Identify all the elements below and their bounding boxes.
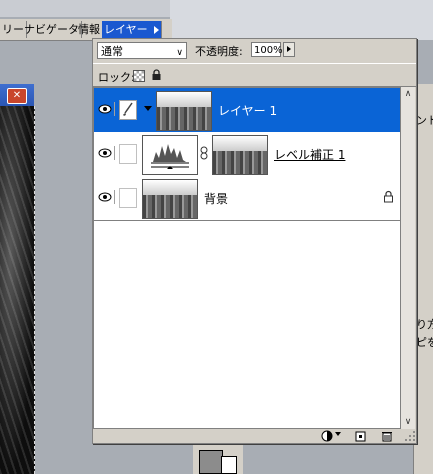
lock-icon (384, 190, 393, 203)
blend-mode-select[interactable]: 通常 ∨ (97, 42, 187, 59)
layer-row[interactable]: レイヤー 1 (94, 88, 400, 133)
foreground-color-swatch[interactable] (199, 450, 223, 474)
brush-icon (119, 100, 137, 120)
link-chain-icon[interactable] (200, 146, 208, 160)
document-canvas[interactable] (0, 106, 35, 474)
eye-icon[interactable] (98, 102, 115, 116)
layer-row[interactable]: 背景 (94, 176, 400, 221)
layer-mask-thumbnail (212, 135, 268, 175)
tab-layers[interactable]: レイヤー (102, 21, 162, 38)
layer-thumbnail (156, 91, 212, 131)
layer-name[interactable]: 背景 (204, 190, 228, 207)
layers-toolbar: 通常 ∨ 不透明度: 100% (93, 39, 416, 63)
document-window[interactable]: ✕ (0, 84, 35, 474)
scroll-up-icon[interactable]: ∧ (401, 87, 415, 101)
layers-footer (93, 429, 416, 443)
new-layer-icon[interactable] (355, 430, 367, 442)
chevron-down-icon[interactable] (335, 432, 341, 436)
layer-link-box[interactable] (119, 144, 137, 164)
trash-icon[interactable] (381, 430, 393, 442)
blend-mode-value: 通常 (101, 45, 123, 58)
opacity-label: 不透明度: (195, 45, 243, 58)
opacity-input[interactable]: 100% (251, 42, 283, 57)
color-swatches (193, 442, 243, 474)
tab-navigator[interactable]: ナビゲータ (22, 21, 82, 38)
layer-link-box[interactable] (119, 188, 137, 208)
lock-row: ロック: (93, 63, 416, 87)
layer-name[interactable]: レイヤー 1 (218, 102, 277, 119)
layers-list: レイヤー 1 レベル補正 1 背景 (93, 87, 401, 429)
close-icon[interactable]: ✕ (7, 88, 27, 104)
right-panel-text: ント (416, 114, 433, 127)
scroll-down-icon[interactable]: ∨ (401, 415, 415, 429)
chevron-down-icon: ∨ (176, 48, 183, 58)
background-color-swatch[interactable] (221, 456, 237, 474)
resize-grip-icon[interactable] (404, 430, 416, 442)
desktop-right (170, 0, 433, 40)
layer-thumbnail (142, 179, 198, 219)
opacity-slider-button[interactable] (283, 42, 295, 57)
lock-transparency-icon[interactable] (133, 70, 145, 82)
tab-info[interactable]: 情報 (76, 21, 103, 38)
clip-arrow-icon (144, 106, 152, 111)
lock-all-icon[interactable] (151, 69, 162, 81)
document-titlebar[interactable]: ✕ (0, 84, 34, 106)
layer-row[interactable]: レベル補正 1 (94, 132, 400, 177)
eye-icon[interactable] (98, 190, 115, 204)
eye-icon[interactable] (98, 146, 115, 160)
adjustment-layer-icon[interactable] (321, 430, 333, 442)
layers-panel: 通常 ∨ 不透明度: 100% ロック: レイヤー 1 レベル補正 1 背景 ∧… (92, 38, 417, 444)
tab-menu-arrow-icon[interactable] (153, 26, 159, 34)
right-panel-text: ピを (416, 336, 433, 349)
layer-name[interactable]: レベル補正 1 (274, 146, 345, 163)
levels-adjustment-icon (142, 135, 198, 175)
right-panel-text: り方 (416, 318, 433, 331)
lock-label: ロック: (98, 71, 135, 84)
layers-scrollbar[interactable]: ∧ ∨ (401, 87, 415, 429)
